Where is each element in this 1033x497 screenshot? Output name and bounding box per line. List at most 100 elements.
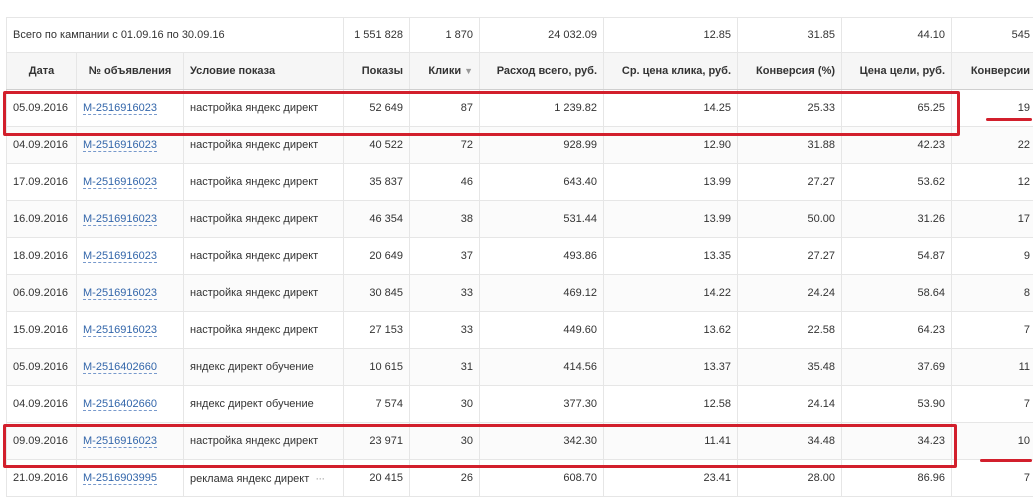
ad-id-link[interactable]: M-2516916023 (83, 102, 157, 115)
ad-id-link[interactable]: M-2516916023 (83, 435, 157, 448)
cell-impressions: 7 574 (344, 386, 410, 423)
cell-conversion: 25.33 (738, 90, 842, 127)
cell-condition: настройка яндекс директ (184, 423, 344, 460)
column-header-conversion[interactable]: Конверсия (%) (738, 53, 842, 90)
table-row: 05.09.2016M-2516916023настройка яндекс д… (7, 90, 1033, 127)
cell-impressions-value: 20 415 (369, 472, 403, 484)
cell-cpc: 11.41 (604, 423, 738, 460)
cell-goal-cost: 58.64 (842, 275, 952, 312)
cell-conversion: 27.27 (738, 164, 842, 201)
cell-clicks-value: 72 (461, 139, 473, 151)
cell-condition-value: настройка яндекс директ (190, 287, 318, 299)
cell-impressions: 27 153 (344, 312, 410, 349)
cell-conversions-value: 7 (1024, 472, 1030, 484)
table-row: 04.09.2016 M-2516916023 настройка яндекс д… (7, 127, 1033, 164)
ad-id-link[interactable]: M-2516402660 (83, 398, 157, 411)
cell-cpc-value: 13.99 (703, 213, 731, 225)
cell-conversions-value: 19 (1018, 102, 1030, 114)
column-header-cost[interactable]: Расход всего, руб. (480, 53, 604, 90)
cell-clicks: 87 (410, 90, 480, 127)
cell-cost: 928.99 (480, 127, 604, 164)
cell-cost-value: 449.60 (563, 324, 597, 336)
totals-conversion: 31.85 (738, 18, 842, 53)
cell-date: 17.09.2016 (7, 164, 77, 201)
cell-goal-cost: 65.25 (842, 90, 952, 127)
cell-cost-value: 1 239.82 (554, 102, 597, 114)
column-header-goal-cost[interactable]: Цена цели, руб. (842, 53, 952, 90)
cell-impressions: 30 845 (344, 275, 410, 312)
column-header-goal-cost-label: Цена цели, руб. (860, 65, 945, 77)
sort-desc-icon[interactable]: ▼ (464, 66, 473, 76)
cell-clicks: 30 (410, 423, 480, 460)
cell-conversions: 7 (952, 386, 1033, 423)
cell-conversions-value: 8 (1024, 287, 1030, 299)
cell-date-value: 09.09.2016 (13, 435, 68, 447)
ad-id-link[interactable]: M-2516916023 (83, 176, 157, 189)
cell-date: 09.09.2016 (7, 423, 77, 460)
cell-conversion-value: 31.88 (807, 139, 835, 151)
ad-id-link[interactable]: M-2516903995 (83, 472, 157, 485)
totals-cpc: 12.85 (604, 18, 738, 53)
column-header-cpc[interactable]: Ср. цена клика, руб. (604, 53, 738, 90)
cell-clicks: 46 (410, 164, 480, 201)
column-header-impressions[interactable]: Показы (344, 53, 410, 90)
cell-clicks-value: 30 (461, 435, 473, 447)
cell-condition: настройка яндекс директ (184, 164, 344, 201)
cell-clicks: 31 (410, 349, 480, 386)
column-header-ad-label: № объявления (89, 65, 172, 77)
cell-clicks-value: 33 (461, 324, 473, 336)
cell-date-value: 18.09.2016 (13, 250, 68, 262)
ad-id-link[interactable]: M-2516916023 (83, 139, 157, 152)
cell-date-value: 04.09.2016 (13, 139, 68, 151)
ad-id-link[interactable]: M-2516916023 (83, 250, 157, 263)
cell-cpc: 13.99 (604, 201, 738, 238)
cell-date: 05.09.2016 (7, 349, 77, 386)
header-row: Дата № объявления Условие показа Показы … (7, 53, 1033, 90)
table-row: 06.09.2016 M-2516916023 настройка яндекс д… (7, 275, 1033, 312)
cell-condition-value: настройка яндекс директ (190, 324, 318, 336)
column-header-date[interactable]: Дата (7, 53, 77, 90)
cell-condition-value: настройка яндекс директ (190, 102, 318, 114)
column-header-conversions[interactable]: Конверсии (952, 53, 1033, 90)
totals-cost: 24 032.09 (480, 18, 604, 53)
cell-goal-cost: 64.23 (842, 312, 952, 349)
cell-conversions: 10 (952, 423, 1033, 460)
cell-cost-value: 342.30 (563, 435, 597, 447)
ad-id-link[interactable]: M-2516402660 (83, 361, 157, 374)
ad-id-link[interactable]: M-2516916023 (83, 287, 157, 300)
cell-clicks-value: 31 (461, 361, 473, 373)
cell-goal-cost: 31.26 (842, 201, 952, 238)
cell-goal-cost-value: 37.69 (917, 361, 945, 373)
cell-condition-value: настройка яндекс директ (190, 435, 318, 447)
cell-conversion: 22.58 (738, 312, 842, 349)
column-header-clicks[interactable]: Клики▼ (410, 53, 480, 90)
cell-cpc-value: 11.41 (704, 435, 731, 447)
cell-cpc: 12.90 (604, 127, 738, 164)
cell-cost: 342.30 (480, 423, 604, 460)
cell-condition: настройка яндекс директ (184, 127, 344, 164)
cell-cost: 1 239.82 (480, 90, 604, 127)
column-header-impressions-label: Показы (362, 65, 403, 77)
cell-goal-cost-value: 53.90 (917, 398, 945, 410)
cell-date-value: 06.09.2016 (13, 287, 68, 299)
cell-date: 18.09.2016 (7, 238, 77, 275)
column-header-clicks-label: Клики (428, 65, 461, 77)
cell-date-value: 05.09.2016 (13, 361, 68, 373)
cell-impressions-value: 7 574 (375, 398, 403, 410)
cell-clicks-value: 26 (461, 472, 473, 484)
cell-impressions: 40 522 (344, 127, 410, 164)
ad-id-link[interactable]: M-2516916023 (83, 324, 157, 337)
cell-date-value: 21.09.2016 (13, 472, 68, 484)
cell-goal-cost-value: 65.25 (917, 102, 945, 114)
cell-conversions-value: 12 (1018, 176, 1030, 188)
more-options-icon[interactable]: ··· (315, 471, 324, 485)
table-row: 15.09.2016M-2516916023настройка яндекс д… (7, 312, 1033, 349)
cell-cpc-value: 14.22 (703, 287, 731, 299)
column-header-ad[interactable]: № объявления (77, 53, 184, 90)
cell-impressions: 10 615 (344, 349, 410, 386)
ad-id-link[interactable]: M-2516916023 (83, 213, 157, 226)
cell-goal-cost: 37.69 (842, 349, 952, 386)
column-header-condition[interactable]: Условие показа (184, 53, 344, 90)
cell-cost-value: 643.40 (563, 176, 597, 188)
column-header-cost-label: Расход всего, руб. (497, 65, 597, 77)
